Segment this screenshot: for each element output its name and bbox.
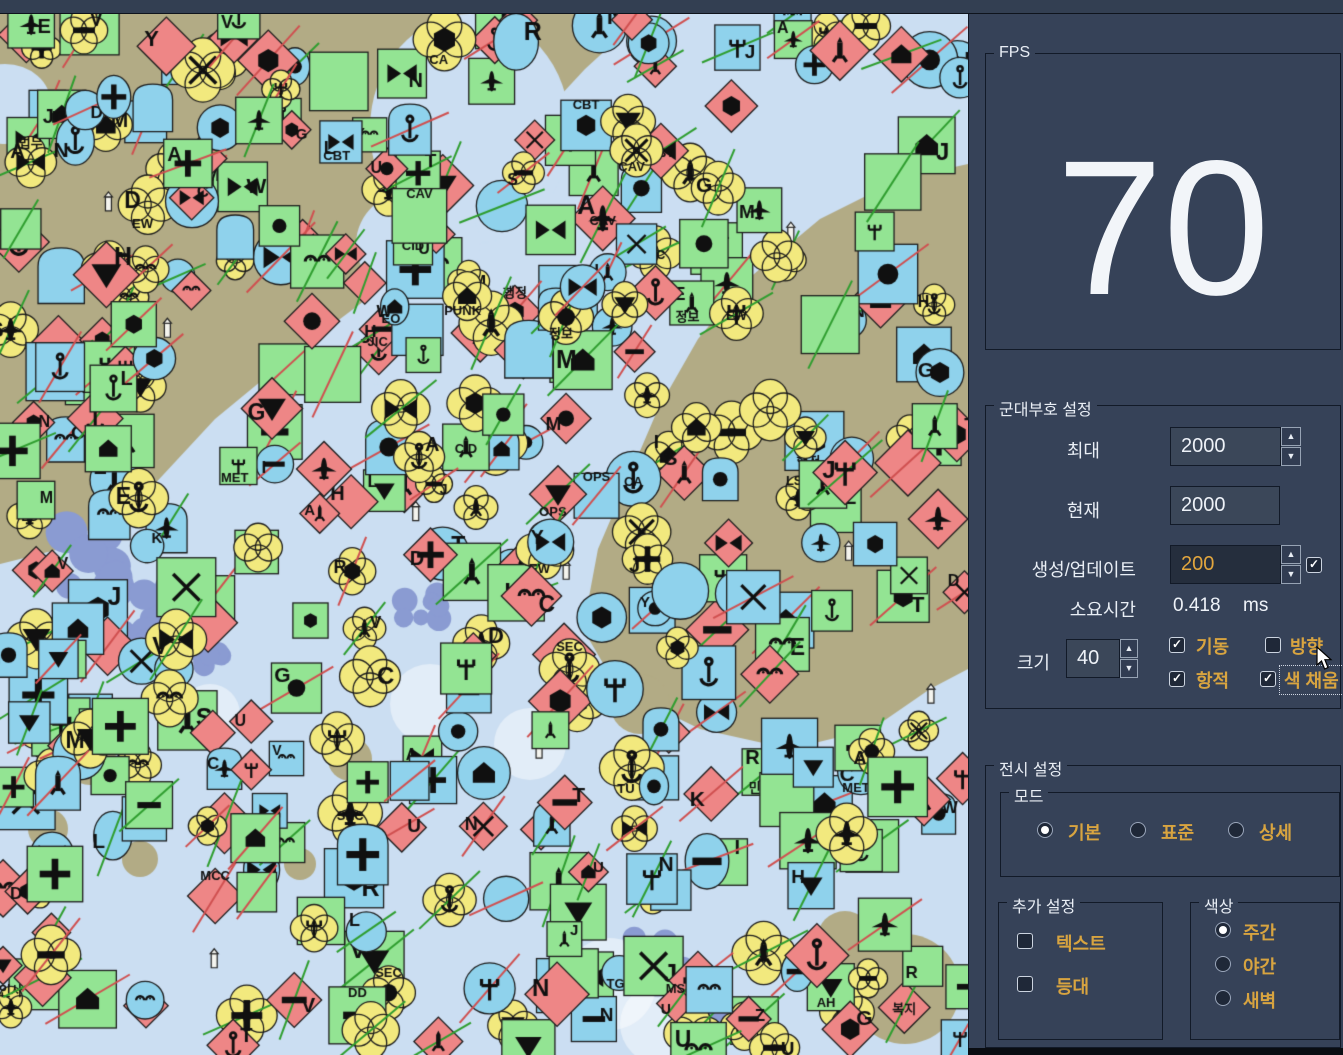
fps-group-title: FPS <box>994 44 1035 62</box>
radio-color-day-label[interactable]: 주간 <box>1243 919 1276 945</box>
display-settings-title: 전시 설정 <box>994 756 1067 780</box>
checkbox-direction[interactable]: ✓ <box>1265 637 1281 653</box>
checkbox-track-label[interactable]: 항적 <box>1196 667 1229 693</box>
radio-mode-detail[interactable] <box>1228 822 1244 838</box>
down-arrow-icon: ▼ <box>1125 663 1134 673</box>
spinner-max-up-button[interactable]: ▲ <box>1281 427 1301 446</box>
up-arrow-icon: ▲ <box>1287 431 1296 441</box>
down-arrow-icon: ▼ <box>1287 569 1296 579</box>
mode-group-title: 모드 <box>1009 783 1048 807</box>
spinner-spawn-down-button[interactable]: ▼ <box>1281 565 1301 584</box>
elapsed-value: 0.418 <box>1173 595 1221 617</box>
elapsed-unit: ms <box>1243 595 1268 617</box>
symbol-settings-title: 군대부호 설정 <box>994 396 1097 420</box>
checkbox-lighthouse-label[interactable]: 등대 <box>1056 973 1089 999</box>
spinner-spawn-up-button[interactable]: ▲ <box>1281 545 1301 564</box>
up-arrow-icon: ▲ <box>1125 643 1134 653</box>
additional-settings-title: 추가 설정 <box>1007 893 1080 917</box>
field-current[interactable]: 2000 <box>1170 486 1280 525</box>
additional-settings-groupbox: 추가 설정 <box>998 902 1163 1040</box>
down-arrow-icon: ▼ <box>1287 451 1296 461</box>
spinner-size-down-button[interactable]: ▼ <box>1120 659 1138 678</box>
current-label: 현재 <box>1030 497 1100 523</box>
radio-dot-icon <box>1219 926 1227 934</box>
radio-mode-standard[interactable] <box>1130 822 1146 838</box>
radio-mode-detail-label[interactable]: 상세 <box>1259 819 1292 845</box>
spinner-size[interactable]: 40 <box>1066 639 1120 678</box>
checkbox-text[interactable]: ✓ <box>1017 933 1033 949</box>
spinner-size-value: 40 <box>1077 647 1099 669</box>
app-window: FPS 70 군대부호 설정 최대 2000 ▲ ▼ 현재 2000 생성/업데… <box>0 0 1343 1055</box>
radio-color-dawn[interactable] <box>1215 990 1231 1006</box>
fps-value: 70 <box>985 132 1341 324</box>
check-icon: ✓ <box>1170 672 1184 685</box>
up-arrow-icon: ▲ <box>1287 549 1296 559</box>
radio-color-night-label[interactable]: 야간 <box>1243 953 1276 979</box>
checkbox-spawn-enable[interactable]: ✓ <box>1306 557 1322 573</box>
spinner-spawn-update-value: 200 <box>1181 553 1214 575</box>
checkbox-color-fill[interactable]: ✓ <box>1260 671 1276 687</box>
map-canvas[interactable] <box>0 14 968 1055</box>
checkbox-maneuver-label[interactable]: 기동 <box>1196 633 1229 659</box>
spinner-size-up-button[interactable]: ▲ <box>1120 639 1138 658</box>
checkbox-text-label[interactable]: 텍스트 <box>1056 930 1106 956</box>
radio-mode-basic[interactable] <box>1037 822 1053 838</box>
radio-dot-icon <box>1041 826 1049 834</box>
checkbox-maneuver[interactable]: ✓ <box>1169 637 1185 653</box>
radio-mode-basic-label[interactable]: 기본 <box>1068 819 1101 845</box>
panel-bottom-edge <box>968 1048 1343 1055</box>
elapsed-label: 소요시간 <box>1022 596 1136 622</box>
mouse-cursor <box>1316 646 1333 671</box>
spawn-update-label: 생성/업데이트 <box>1000 556 1136 582</box>
radio-color-day[interactable] <box>1215 922 1231 938</box>
checkbox-track[interactable]: ✓ <box>1169 671 1185 687</box>
radio-mode-standard-label[interactable]: 표준 <box>1161 819 1194 845</box>
check-icon: ✓ <box>1170 638 1184 651</box>
checkbox-lighthouse[interactable]: ✓ <box>1017 976 1033 992</box>
radio-color-dawn-label[interactable]: 새벽 <box>1243 987 1276 1013</box>
spinner-max-down-button[interactable]: ▼ <box>1281 447 1301 466</box>
field-current-value: 2000 <box>1181 494 1226 516</box>
spinner-max[interactable]: 2000 <box>1170 427 1281 466</box>
title-bar <box>0 0 1343 14</box>
max-label: 최대 <box>1030 437 1100 463</box>
color-group-title: 색상 <box>1199 893 1238 917</box>
checkbox-color-fill-label[interactable]: 색 채움 <box>1280 666 1343 694</box>
check-icon: ✓ <box>1307 558 1321 571</box>
spinner-spawn-update[interactable]: 200 <box>1170 545 1281 584</box>
check-icon: ✓ <box>1261 672 1275 685</box>
spinner-max-value: 2000 <box>1181 435 1226 457</box>
size-label: 크기 <box>1008 649 1050 675</box>
radio-color-night[interactable] <box>1215 956 1231 972</box>
